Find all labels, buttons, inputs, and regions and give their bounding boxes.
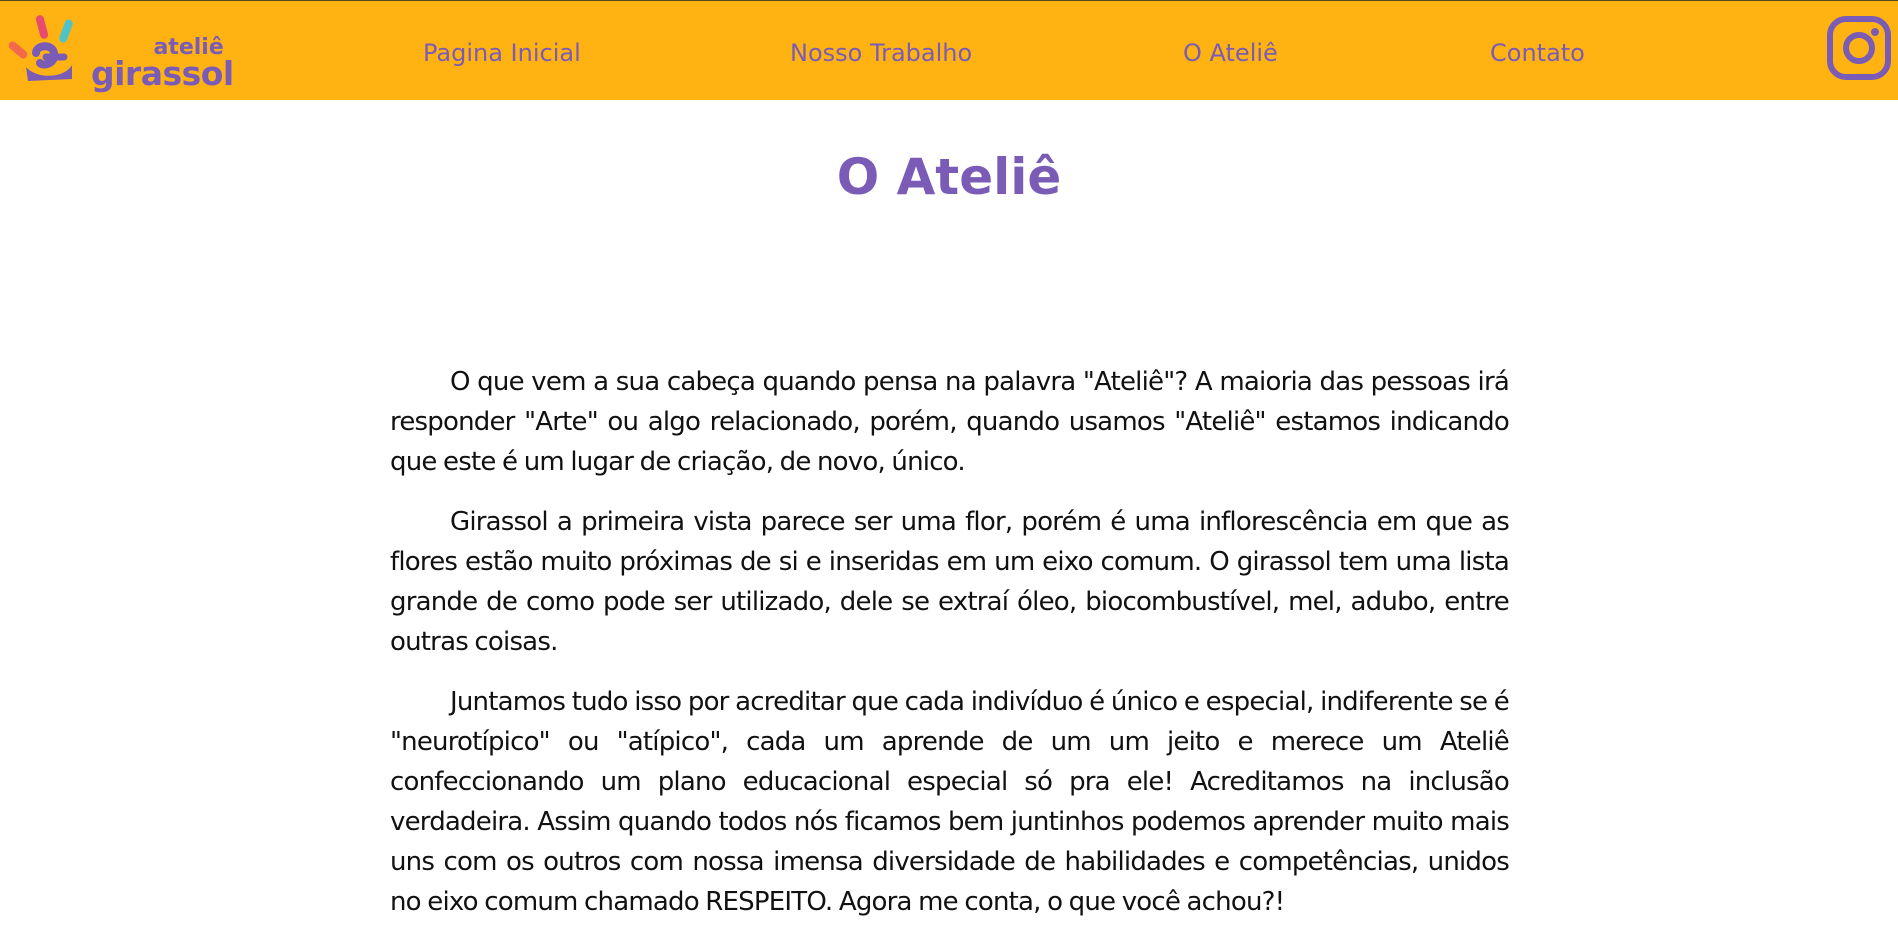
paragraph-3: Juntamos tudo isso por acreditar que cad… bbox=[390, 687, 1510, 917]
site-header: ateliê girassol Pagina Inicial Nosso Tra… bbox=[0, 0, 1898, 100]
paragraph-2: Girassol a primeira vista parece ser uma… bbox=[390, 507, 1510, 657]
page-title: O Ateliê bbox=[836, 148, 1062, 206]
nav-nosso-trabalho[interactable]: Nosso Trabalho bbox=[790, 39, 972, 67]
brand-logo[interactable]: ateliê girassol bbox=[6, 9, 234, 90]
sunflower-hand-icon bbox=[8, 15, 73, 81]
main-content: O Ateliê O que vem a sua cabeça quando p… bbox=[0, 100, 1898, 917]
brand-name: ateliê girassol bbox=[91, 37, 234, 93]
brand-line-2: girassol bbox=[91, 54, 234, 93]
nav-o-atelie[interactable]: O Ateliê bbox=[1183, 39, 1278, 67]
nav-pagina-inicial[interactable]: Pagina Inicial bbox=[423, 39, 581, 67]
instagram-icon[interactable] bbox=[1826, 15, 1892, 81]
paragraph-1: O que vem a sua cabeça quando pensa na p… bbox=[390, 367, 1510, 477]
about-text: O que vem a sua cabeça quando pensa na p… bbox=[390, 362, 1510, 942]
nav-contato[interactable]: Contato bbox=[1490, 39, 1585, 67]
